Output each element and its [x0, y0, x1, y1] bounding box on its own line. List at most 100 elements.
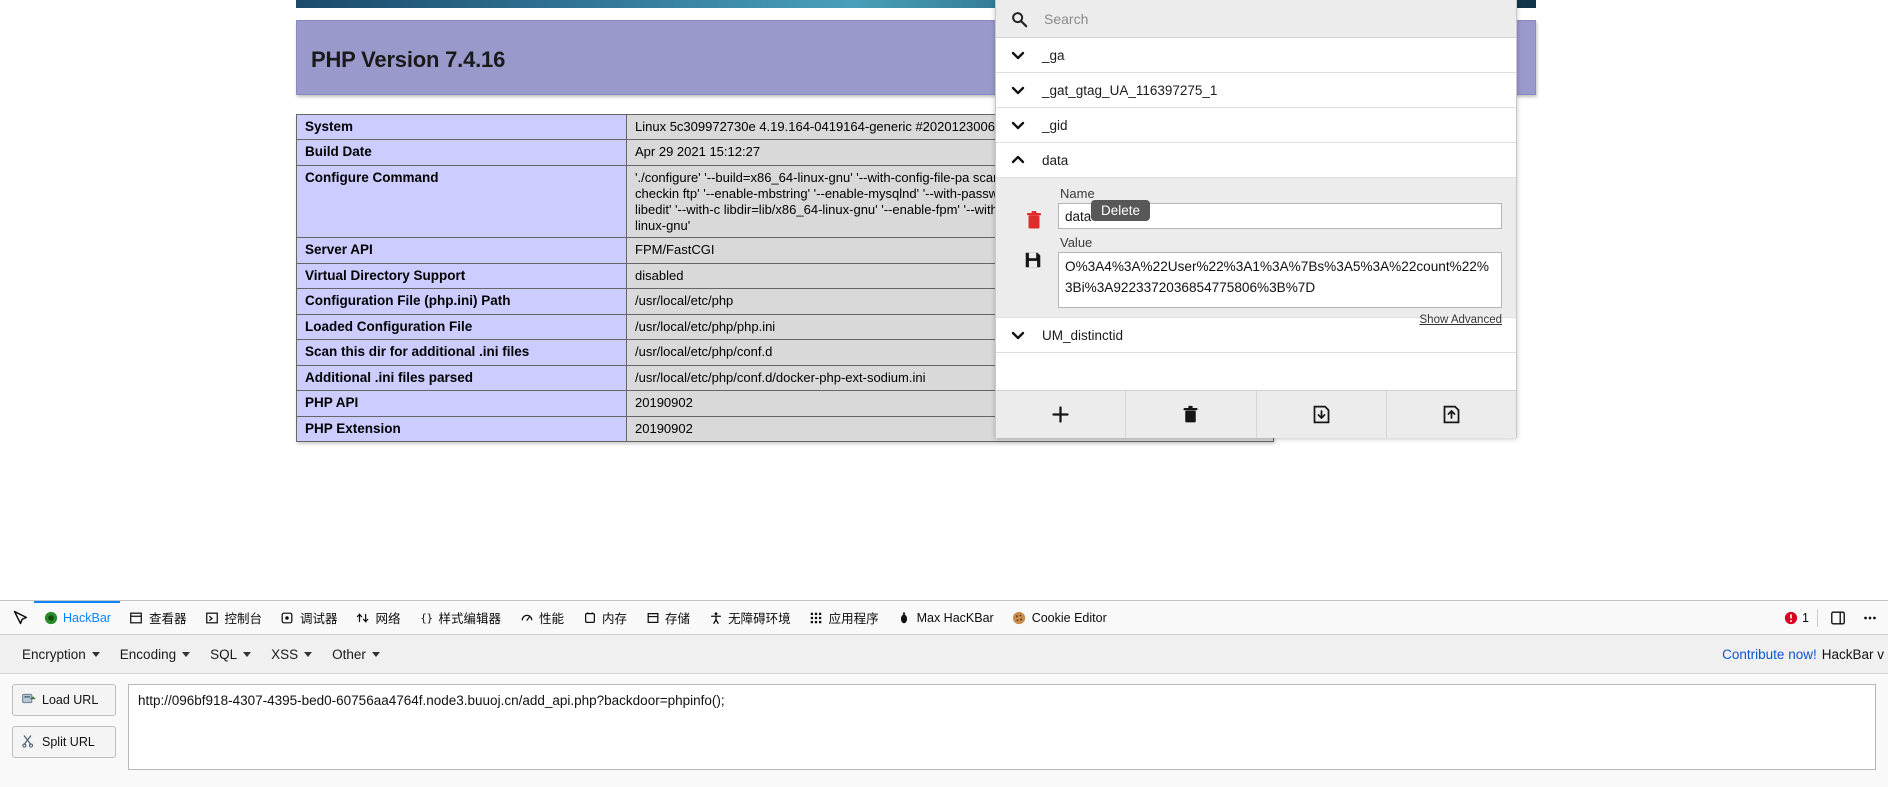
hackbar-menubar-right: Contribute now! HackBar v — [1722, 635, 1888, 674]
button-label: Load URL — [42, 693, 99, 707]
error-count-label: 1 — [1802, 610, 1809, 625]
toolbar-divider — [1817, 608, 1818, 627]
phpinfo-key: Virtual Directory Support — [296, 262, 627, 290]
tab-application[interactable]: 应用程序 — [800, 601, 888, 634]
hackbar-icon — [43, 610, 58, 625]
max-hackbar-icon — [897, 610, 912, 625]
cookie-list-item-data[interactable]: data — [996, 143, 1516, 178]
more-options-icon[interactable] — [1858, 606, 1882, 630]
console-icon — [204, 610, 219, 625]
chevron-down-icon — [1008, 80, 1028, 100]
tab-label: 应用程序 — [828, 612, 879, 626]
tab-label: 控制台 — [224, 612, 262, 626]
contribute-link[interactable]: Contribute now! — [1722, 647, 1817, 662]
screen-root: PHP Version 7.4.16 System Linux 5c309972… — [0, 0, 1888, 787]
save-icon[interactable] — [1023, 250, 1045, 272]
search-input[interactable] — [1042, 9, 1502, 28]
devtools-tabbar: HackBar 查看器 控制台 调试器 网络 {} 样式编辑器 性能 内存 存储… — [0, 601, 1888, 635]
delete-all-cookies-button[interactable] — [1126, 391, 1257, 438]
element-picker-icon[interactable] — [6, 605, 34, 631]
trash-icon — [1183, 405, 1198, 423]
cookie-name-input[interactable] — [1058, 203, 1502, 229]
add-cookie-button[interactable] — [996, 391, 1127, 438]
svg-text:{}: {} — [420, 612, 433, 624]
cookie-value-textarea[interactable]: O%3A4%3A%22User%22%3A1%3A%7Bs%3A5%3A%22c… — [1058, 252, 1502, 308]
chevron-down-icon — [243, 651, 252, 657]
chevron-down-icon — [1008, 115, 1028, 135]
cookie-list-item-ga[interactable]: _ga — [996, 38, 1516, 73]
url-input[interactable]: http://096bf918-4307-4395-bed0-60756aa47… — [128, 684, 1876, 770]
cookie-detail-fields: Name Delete Value O%3A4%3A%22User%22%3A1… — [1058, 186, 1502, 326]
debugger-icon — [280, 610, 295, 625]
tab-memory[interactable]: 内存 — [573, 601, 636, 634]
tab-accessibility[interactable]: 无障碍环境 — [699, 601, 800, 634]
tab-max-hackbar[interactable]: Max HacKBar — [888, 601, 1003, 634]
hackbar-action-buttons: Load URL Split URL — [12, 684, 116, 770]
value-field-label: Value — [1060, 235, 1093, 250]
tab-label: 内存 — [602, 612, 628, 626]
style-editor-icon: {} — [419, 610, 434, 625]
tab-style-editor[interactable]: {} 样式编辑器 — [410, 601, 511, 634]
import-icon — [1313, 405, 1329, 424]
tab-hackbar[interactable]: HackBar — [34, 601, 120, 634]
export-cookies-button[interactable] — [1387, 391, 1516, 438]
cookie-list-item-gat-gtag[interactable]: _gat_gtag_UA_116397275_1 — [996, 73, 1516, 108]
tab-network[interactable]: 网络 — [346, 601, 409, 634]
chevron-down-icon — [91, 651, 100, 657]
tab-performance[interactable]: 性能 — [510, 601, 573, 634]
chevron-down-icon — [1008, 45, 1028, 65]
phpinfo-key: PHP Extension — [296, 415, 627, 443]
error-icon — [1784, 611, 1798, 624]
import-cookies-button[interactable] — [1257, 391, 1387, 438]
menu-label: Encryption — [22, 646, 86, 662]
phpinfo-key: System — [296, 113, 627, 141]
phpinfo-key: Build Date — [296, 139, 627, 166]
hackbar-version-label: HackBar v — [1821, 647, 1884, 662]
storage-icon — [645, 610, 660, 625]
menu-xss[interactable]: XSS — [261, 643, 322, 666]
performance-icon — [519, 610, 534, 625]
tab-label: Cookie Editor — [1031, 610, 1107, 625]
menu-other[interactable]: Other — [322, 643, 390, 666]
menu-encryption[interactable]: Encryption — [12, 643, 110, 666]
trash-icon[interactable] — [1023, 209, 1045, 231]
phpinfo-key: Configuration File (php.ini) Path — [296, 288, 627, 315]
tab-console[interactable]: 控制台 — [195, 601, 271, 634]
chevron-up-icon — [1008, 150, 1028, 170]
menu-encoding[interactable]: Encoding — [110, 643, 200, 666]
cookie-editor-panel: _ga _gat_gtag_UA_116397275_1 _gid — [995, 0, 1517, 438]
phpinfo-key: Scan this dir for additional .ini files — [296, 339, 627, 366]
tab-cookie-editor[interactable]: Cookie Editor — [1003, 601, 1116, 634]
chevron-down-icon — [371, 651, 380, 657]
show-advanced-link[interactable]: Show Advanced — [1058, 314, 1502, 326]
accessibility-icon — [708, 610, 723, 625]
tab-label: 调试器 — [299, 612, 338, 626]
phpinfo-key: Loaded Configuration File — [296, 313, 627, 341]
cookie-icon — [1012, 610, 1027, 625]
cookie-search-bar[interactable] — [996, 0, 1516, 38]
phpinfo-key: Server API — [296, 237, 627, 264]
browser-content-area: PHP Version 7.4.16 System Linux 5c309972… — [0, 0, 1888, 600]
error-count-badge[interactable]: 1 — [1784, 611, 1809, 625]
tab-debugger[interactable]: 调试器 — [271, 601, 347, 634]
devtools-panel: HackBar 查看器 控制台 调试器 网络 {} 样式编辑器 性能 内存 存储… — [0, 600, 1888, 787]
tab-inspector[interactable]: 查看器 — [120, 601, 196, 634]
menu-label: XSS — [271, 646, 299, 662]
menu-sql[interactable]: SQL — [200, 643, 261, 666]
dock-position-icon[interactable] — [1826, 606, 1850, 630]
php-version-title: PHP Version 7.4.16 — [311, 47, 506, 72]
cookie-list-item-gid[interactable]: _gid — [996, 108, 1516, 143]
button-label: Split URL — [42, 735, 95, 749]
name-field-label: Name — [1060, 186, 1095, 201]
phpinfo-key: PHP API — [296, 390, 627, 417]
load-url-button[interactable]: Load URL — [12, 684, 116, 716]
tab-label: 性能 — [539, 612, 565, 626]
menu-label: Encoding — [119, 646, 177, 662]
tab-storage[interactable]: 存储 — [636, 601, 699, 634]
network-icon — [355, 610, 370, 625]
cookie-detail-editor: Name Delete Value O%3A4%3A%22User%22%3A1… — [996, 178, 1516, 326]
menu-label: SQL — [210, 646, 238, 662]
cookie-name-label: UM_distinctid — [1042, 327, 1124, 343]
split-url-button[interactable]: Split URL — [12, 726, 116, 758]
devtools-toolbar-right: 1 — [1784, 601, 1882, 634]
